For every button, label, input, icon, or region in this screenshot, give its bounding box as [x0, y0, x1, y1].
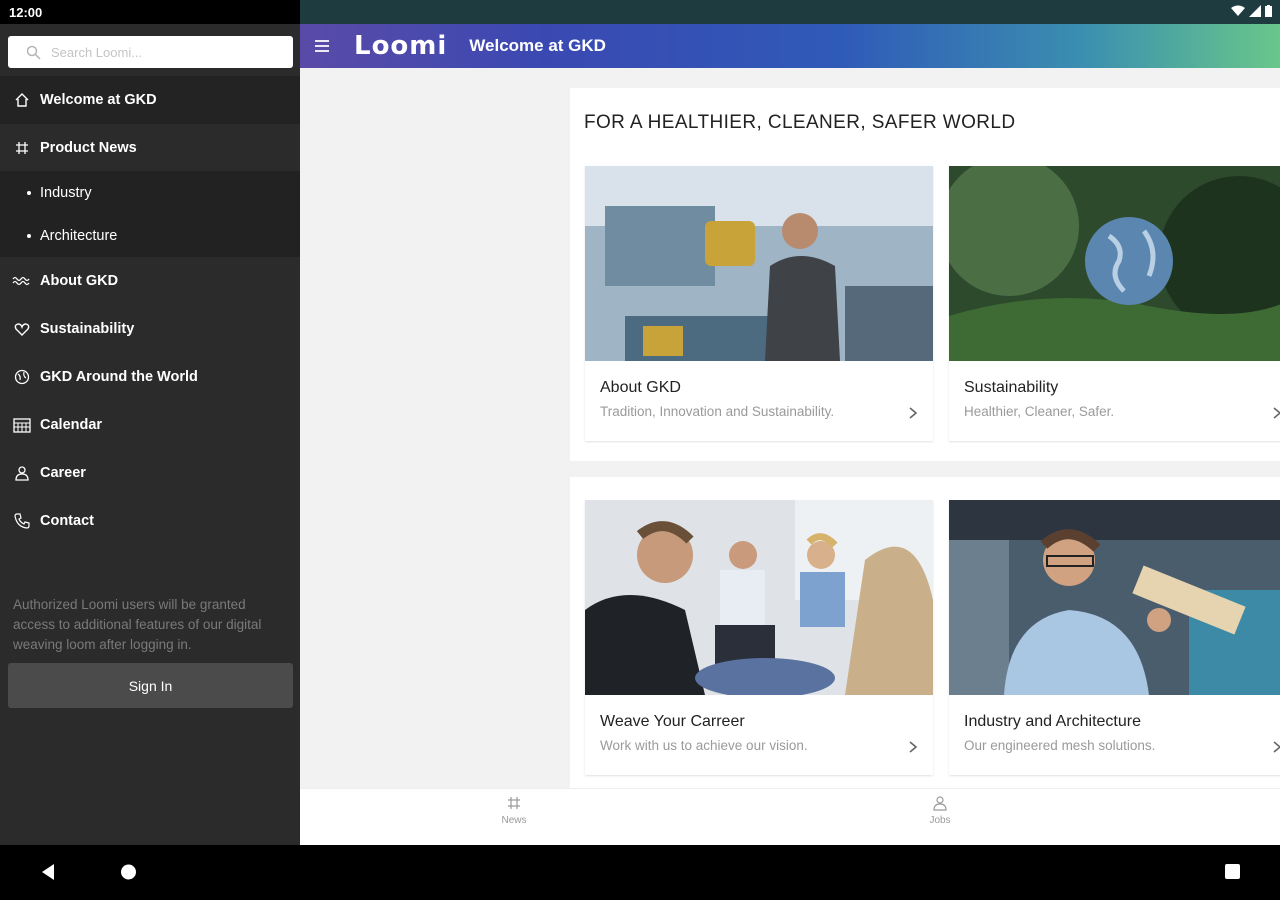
recents-icon[interactable]: [1224, 863, 1241, 881]
bottom-tab-bar: News Jobs: [300, 788, 1280, 845]
sidebar: Welcome at GKD Product News Industry Arc…: [0, 24, 300, 845]
card-title: Industry and Architecture: [964, 713, 1141, 730]
sidebar-item-about[interactable]: About GKD: [0, 257, 300, 305]
sidebar-item-label: Sustainability: [40, 321, 135, 337]
card-image: [949, 500, 1280, 695]
app-root: 12:00 Welcome at GKD Product News Indust…: [0, 0, 1280, 900]
bullet-icon: [27, 190, 31, 195]
card-subtitle: Healthier, Cleaner, Safer.: [964, 404, 1115, 419]
chevron-right-icon: [1273, 407, 1280, 419]
menu-button[interactable]: [300, 24, 344, 68]
globe-icon: [12, 367, 32, 387]
card-title: Weave Your Carreer: [600, 713, 745, 730]
sidebar-item-contact[interactable]: Contact: [0, 497, 300, 545]
sidebar-item-label: Career: [40, 465, 86, 481]
sidebar-item-label: Welcome at GKD: [40, 92, 157, 108]
main-content: FOR A HEALTHIER, CLEANER, SAFER WORLD Ab…: [300, 68, 1280, 788]
card-about-gkd[interactable]: About GKD Tradition, Innovation and Sust…: [585, 166, 933, 441]
phone-icon: [12, 511, 32, 531]
chevron-right-icon: [909, 407, 918, 419]
card-subtitle: Tradition, Innovation and Sustainability…: [600, 404, 835, 419]
hashtag-icon: [12, 138, 32, 158]
sidebar-item-career[interactable]: Career: [0, 449, 300, 497]
featured-panel: FOR A HEALTHIER, CLEANER, SAFER WORLD Ab…: [570, 88, 1280, 461]
login-note: Authorized Loomi users will be granted a…: [13, 597, 262, 652]
sidebar-item-label: Contact: [40, 513, 94, 529]
sidebar-item-world[interactable]: GKD Around the World: [0, 353, 300, 401]
card-career[interactable]: Weave Your Carreer Work with us to achie…: [585, 500, 933, 775]
secondary-panel: Weave Your Carreer Work with us to achie…: [570, 477, 1280, 788]
section-headline: FOR A HEALTHIER, CLEANER, SAFER WORLD: [584, 112, 1016, 133]
sign-in-button[interactable]: Sign In: [8, 663, 293, 708]
wifi-icon: [1231, 5, 1245, 16]
card-subtitle: Work with us to achieve our vision.: [600, 738, 808, 753]
tab-label: News: [501, 815, 527, 826]
page-title: Welcome at GKD: [469, 36, 606, 55]
search-icon: [26, 45, 41, 60]
sidebar-item-label: Calendar: [40, 417, 103, 433]
chevron-right-icon: [1273, 741, 1280, 753]
sidebar-item-product-news[interactable]: Product News: [0, 124, 300, 172]
card-image: [949, 166, 1280, 361]
person-icon: [12, 463, 32, 483]
system-icons: [1231, 5, 1272, 17]
status-bar: 12:00: [0, 0, 1280, 24]
sidebar-item-label: GKD Around the World: [40, 369, 198, 385]
tab-jobs[interactable]: Jobs: [910, 795, 970, 841]
status-clock: 12:00: [9, 5, 43, 20]
sidebar-item-label: About GKD: [40, 273, 119, 289]
search-input[interactable]: [51, 44, 271, 60]
system-nav-bar: [0, 845, 1280, 900]
sidebar-item-architecture[interactable]: Architecture: [0, 214, 300, 257]
home-nav-icon[interactable]: [120, 863, 137, 881]
card-image: [585, 166, 933, 361]
card-image: [585, 500, 933, 695]
hashtag-icon: [508, 797, 520, 809]
sidebar-item-calendar[interactable]: Calendar: [0, 401, 300, 449]
tab-news[interactable]: News: [484, 795, 544, 841]
hamburger-icon: [315, 40, 329, 52]
sidebar-item-welcome[interactable]: Welcome at GKD: [0, 76, 300, 124]
tab-label: Jobs: [929, 815, 951, 826]
sidebar-item-industry[interactable]: Industry: [0, 171, 300, 214]
sidebar-item-label: Product News: [40, 140, 137, 156]
search-box[interactable]: [8, 36, 293, 68]
card-sustainability[interactable]: Sustainability Healthier, Cleaner, Safer…: [949, 166, 1280, 441]
app-logo: Loomi: [354, 31, 448, 61]
person-icon: [933, 796, 947, 811]
card-subtitle: Our engineered mesh solutions.: [964, 738, 1156, 753]
app-header: Loomi Welcome at GKD: [300, 24, 1280, 68]
back-icon[interactable]: [40, 863, 56, 881]
sidebar-item-label: Industry: [40, 184, 92, 201]
calendar-icon: [12, 415, 32, 435]
card-title: Sustainability: [964, 379, 1059, 396]
chevron-right-icon: [909, 741, 918, 753]
mesh-icon: [12, 271, 32, 291]
bullet-icon: [27, 233, 31, 238]
signal-icon: [1249, 5, 1261, 17]
sidebar-item-sustainability[interactable]: Sustainability: [0, 305, 300, 353]
battery-icon: [1265, 5, 1272, 17]
card-title: About GKD: [600, 379, 681, 396]
sidebar-item-label: Architecture: [40, 227, 118, 244]
heart-icon: [12, 319, 32, 339]
card-industry-architecture[interactable]: Industry and Architecture Our engineered…: [949, 500, 1280, 775]
home-icon: [12, 90, 32, 110]
